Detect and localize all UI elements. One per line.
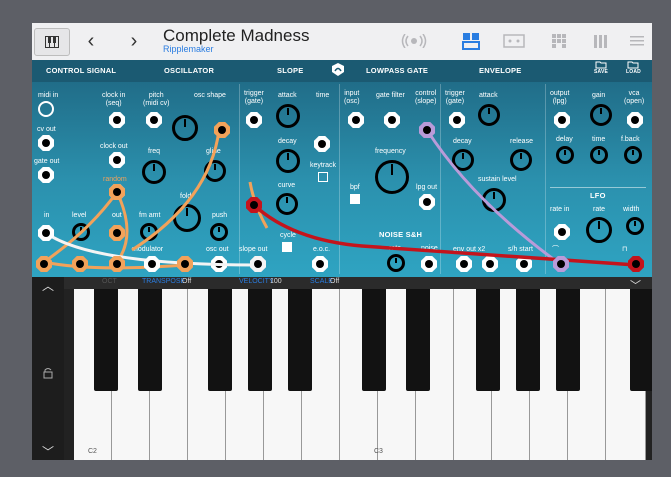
lfo-square-jack[interactable] [628,256,644,272]
black-key[interactable] [248,289,272,391]
matrix-icon[interactable] [546,30,572,52]
forward-button[interactable]: › [122,28,146,54]
bars-icon[interactable] [588,30,614,52]
collapse-keyboard-icon[interactable]: ﹀ [630,277,641,293]
chevron-down-icon[interactable]: ﹀ [42,443,54,460]
black-key[interactable] [476,289,500,391]
cable-red-1 [252,203,637,267]
black-key[interactable] [288,289,312,391]
black-key[interactable] [516,289,540,391]
piano-keys-icon[interactable] [34,28,70,56]
cable-lilac-1 [425,129,561,266]
transpose-value[interactable]: Off [182,278,191,285]
scale-value[interactable]: Off [330,278,339,285]
transpose-label[interactable]: TRANSPOSE [142,278,185,285]
black-key[interactable] [138,289,162,391]
cable-orange-3 [43,191,119,264]
app-window: ‹ › Complete Madness Ripplemaker CONTROL… [32,23,652,460]
lock-icon[interactable] [42,367,54,382]
cable-orange-2 [131,129,221,252]
modules-icon[interactable] [458,30,484,52]
black-key[interactable] [630,289,652,391]
black-key[interactable] [94,289,118,391]
chevron-up-icon[interactable]: ︿ [42,277,54,294]
octave-label[interactable]: OCT [102,278,117,285]
patch-cables [43,129,637,270]
radio-waves-icon[interactable] [401,30,427,52]
preset-title: Complete Madness [163,26,310,45]
preset-subtitle[interactable]: Ripplemaker [163,44,214,54]
black-key[interactable] [406,289,430,391]
piano-keyboard[interactable]: C2 C3 [32,289,652,460]
note-label-c2: C2 [88,448,97,455]
back-button[interactable]: ‹ [79,28,103,54]
velocity-label[interactable]: VELOCITY [239,278,274,285]
black-key[interactable] [556,289,580,391]
keyboard-side-controls: ︿ ﹀ [32,277,64,460]
black-key[interactable] [208,289,232,391]
grid-icon[interactable] [501,30,527,52]
keyboard-status-bar: OCT TRANSPOSE Off VELOCITY 100 SCALE Off [32,277,652,289]
velocity-value[interactable]: 100 [270,278,282,285]
lfo-triangle-jack[interactable] [553,256,569,272]
synth-panel: CONTROL SIGNAL OSCILLATOR SLOPE LOWPASS … [32,60,652,277]
black-key[interactable] [362,289,386,391]
menu-icon[interactable] [624,30,650,52]
note-label-c3: C3 [374,448,383,455]
top-toolbar: ‹ › Complete Madness Ripplemaker [32,23,652,61]
